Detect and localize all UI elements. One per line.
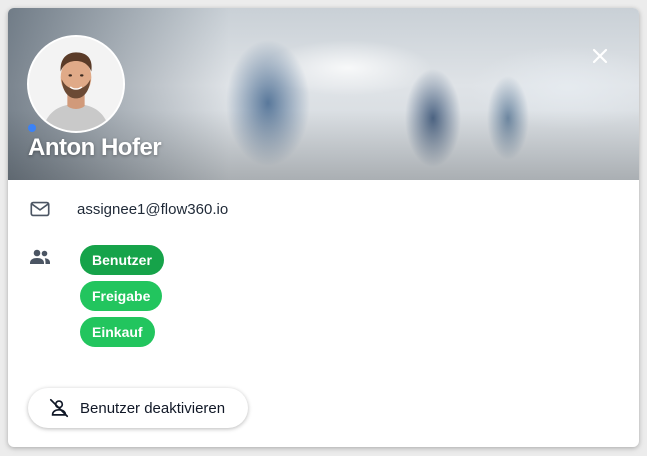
group-chips: Benutzer Freigabe Einkauf — [80, 245, 164, 347]
avatar-photo — [29, 37, 123, 131]
close-icon — [592, 48, 608, 64]
user-off-icon — [48, 397, 70, 419]
email-row: assignee1@flow360.io — [29, 198, 228, 220]
mail-icon — [29, 198, 51, 220]
status-indicator — [28, 124, 36, 132]
group-chip[interactable]: Freigabe — [80, 281, 163, 311]
email-address[interactable]: assignee1@flow360.io — [77, 201, 228, 218]
close-button[interactable] — [588, 44, 612, 68]
user-profile-card: Anton Hofer assignee1@flow360.io Benutze… — [8, 8, 639, 447]
groups-icon — [28, 245, 52, 269]
group-chip[interactable]: Benutzer — [80, 245, 164, 275]
user-name: Anton Hofer — [28, 134, 162, 161]
deactivate-user-label: Benutzer deaktivieren — [80, 399, 226, 417]
avatar — [27, 35, 125, 133]
deactivate-user-button[interactable]: Benutzer deaktivieren — [28, 388, 248, 428]
group-chip[interactable]: Einkauf — [80, 317, 155, 347]
